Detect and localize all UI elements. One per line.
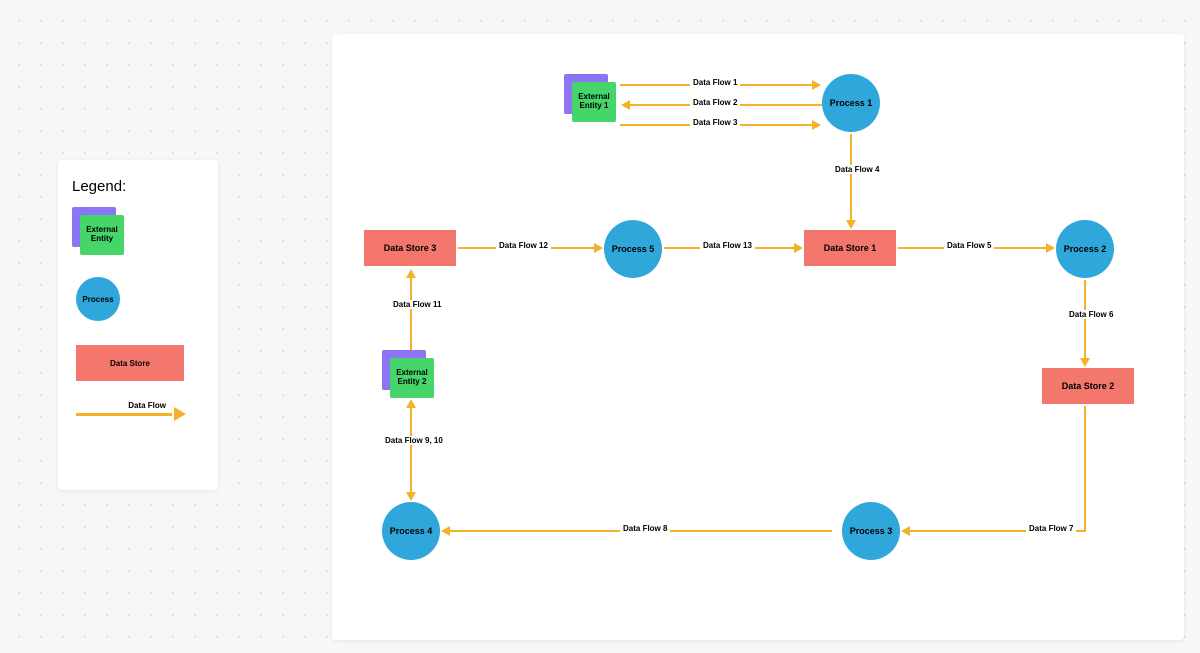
flow-9-10-label: Data Flow 9, 10	[382, 436, 446, 445]
node-data-store-3-label: Data Store 3	[384, 243, 437, 253]
node-external-entity-2-label: ExternalEntity 2	[390, 358, 434, 398]
node-process-2[interactable]: Process 2	[1056, 220, 1114, 278]
flow-11-label: Data Flow 11	[390, 300, 444, 309]
diagram-canvas[interactable]: ExternalEntity 1 Process 1 Data Store 3 …	[332, 34, 1184, 640]
legend-title: Legend:	[72, 178, 204, 195]
flow-7-label: Data Flow 7	[1026, 524, 1076, 533]
node-external-entity-2[interactable]: ExternalEntity 2	[382, 350, 432, 396]
node-data-store-1-label: Data Store 1	[824, 243, 877, 253]
node-process-3-label: Process 3	[850, 526, 893, 536]
node-process-4-label: Process 4	[390, 526, 433, 536]
node-external-entity-1[interactable]: ExternalEntity 1	[564, 74, 614, 120]
legend-external-entity: ExternalEntity	[72, 207, 122, 253]
legend-data-store-label: Data Store	[110, 359, 150, 368]
legend-data-flow: Data Flow	[76, 405, 186, 423]
node-process-1[interactable]: Process 1	[822, 74, 880, 132]
legend-panel: Legend: ExternalEntity Process Data Stor…	[58, 160, 218, 490]
flow-6-label: Data Flow 6	[1066, 310, 1116, 319]
node-data-store-2-label: Data Store 2	[1062, 381, 1115, 391]
flow-2-label: Data Flow 2	[690, 98, 740, 107]
legend-external-entity-label: ExternalEntity	[80, 215, 124, 255]
node-data-store-3[interactable]: Data Store 3	[364, 230, 456, 266]
node-process-1-label: Process 1	[830, 98, 873, 108]
node-process-2-label: Process 2	[1064, 244, 1107, 254]
node-process-5-label: Process 5	[612, 244, 655, 254]
flow-4-label: Data Flow 4	[832, 165, 882, 174]
node-process-3[interactable]: Process 3	[842, 502, 900, 560]
node-data-store-1[interactable]: Data Store 1	[804, 230, 896, 266]
legend-process-label: Process	[82, 295, 113, 304]
node-process-5[interactable]: Process 5	[604, 220, 662, 278]
node-data-store-2[interactable]: Data Store 2	[1042, 368, 1134, 404]
legend-data-store: Data Store	[76, 345, 184, 381]
node-process-4[interactable]: Process 4	[382, 502, 440, 560]
flow-13-label: Data Flow 13	[700, 241, 755, 250]
node-external-entity-1-label: ExternalEntity 1	[572, 82, 616, 122]
flow-12-label: Data Flow 12	[496, 241, 551, 250]
flow-3-label: Data Flow 3	[690, 118, 740, 127]
flow-8-label: Data Flow 8	[620, 524, 670, 533]
flow-5-label: Data Flow 5	[944, 241, 994, 250]
legend-data-flow-label: Data Flow	[126, 401, 168, 410]
flow-1-label: Data Flow 1	[690, 78, 740, 87]
legend-process: Process	[76, 277, 120, 321]
